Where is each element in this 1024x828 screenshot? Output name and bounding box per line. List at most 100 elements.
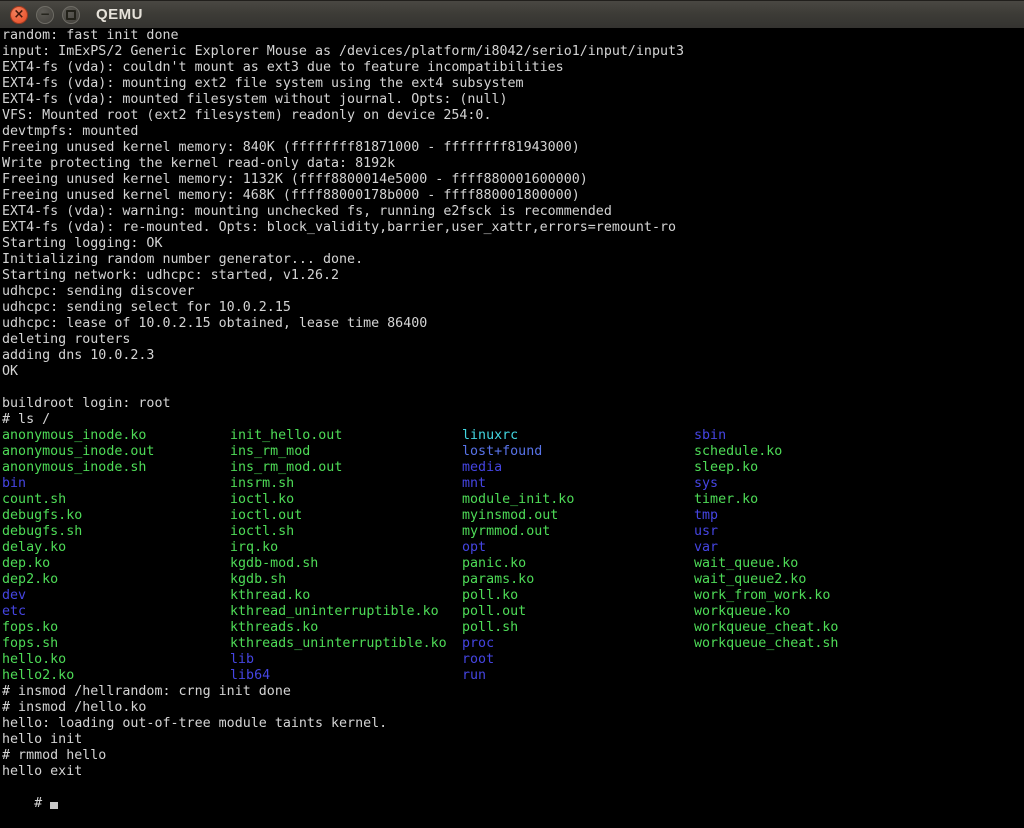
terminal-line: udhcpc: sending discover (0, 284, 1024, 300)
ls-row: anonymous_inode.koinit_hello.outlinuxrcs… (0, 428, 1024, 444)
file-entry: workqueue_cheat.sh (694, 636, 838, 652)
file-entry: schedule.ko (694, 444, 782, 460)
file-entry: run (462, 668, 694, 684)
terminal-line: EXT4-fs (vda): mounted filesystem withou… (0, 92, 1024, 108)
ls-row: dep.kokgdb-mod.shpanic.kowait_queue.ko (0, 556, 1024, 572)
file-entry: anonymous_inode.sh (2, 460, 230, 476)
file-entry: hello.ko (2, 652, 230, 668)
file-entry: debugfs.ko (2, 508, 230, 524)
file-entry: opt (462, 540, 694, 556)
terminal-line: EXT4-fs (vda): warning: mounting uncheck… (0, 204, 1024, 220)
file-entry: count.sh (2, 492, 230, 508)
file-entry: kgdb-mod.sh (230, 556, 462, 572)
file-entry: sys (694, 476, 718, 492)
terminal-line: Freeing unused kernel memory: 468K (ffff… (0, 188, 1024, 204)
file-entry: poll.out (462, 604, 694, 620)
file-entry: kthread.ko (230, 588, 462, 604)
file-entry: init_hello.out (230, 428, 462, 444)
ls-row: devkthread.kopoll.kowork_from_work.ko (0, 588, 1024, 604)
terminal-line: random: fast init done (0, 28, 1024, 44)
file-entry: kthread_uninterruptible.ko (230, 604, 462, 620)
file-entry: wait_queue.ko (694, 556, 798, 572)
file-entry: module_init.ko (462, 492, 694, 508)
file-entry: lib64 (230, 668, 462, 684)
file-entry: var (694, 540, 718, 556)
terminal-line: deleting routers (0, 332, 1024, 348)
window-titlebar: × − QEMU (0, 0, 1024, 28)
maximize-icon (66, 10, 76, 20)
file-entry: root (462, 652, 694, 668)
file-entry: dep.ko (2, 556, 230, 572)
text-cursor (50, 802, 58, 809)
terminal-line: hello exit (0, 764, 1024, 780)
ls-listing: anonymous_inode.koinit_hello.outlinuxrcs… (0, 428, 1024, 684)
file-entry: proc (462, 636, 694, 652)
file-entry: sbin (694, 428, 726, 444)
login-line: buildroot login: root (0, 396, 1024, 412)
file-entry: workqueue_cheat.ko (694, 620, 838, 636)
file-entry: myrmmod.out (462, 524, 694, 540)
file-entry: workqueue.ko (694, 604, 790, 620)
file-entry: ioctl.out (230, 508, 462, 524)
terminal-line: Starting network: udhcpc: started, v1.26… (0, 268, 1024, 284)
file-entry: myinsmod.out (462, 508, 694, 524)
file-entry: ins_rm_mod (230, 444, 462, 460)
ls-row: debugfs.koioctl.outmyinsmod.outtmp (0, 508, 1024, 524)
ls-row: debugfs.shioctl.shmyrmmod.outusr (0, 524, 1024, 540)
terminal-line: Write protecting the kernel read-only da… (0, 156, 1024, 172)
file-entry: sleep.ko (694, 460, 758, 476)
terminal-line: Freeing unused kernel memory: 840K (ffff… (0, 140, 1024, 156)
file-entry: dev (2, 588, 230, 604)
terminal-line: Initializing random number generator... … (0, 252, 1024, 268)
ls-row: etckthread_uninterruptible.kopoll.outwor… (0, 604, 1024, 620)
post-command-lines: # insmod /hellrandom: crng init done# in… (0, 684, 1024, 780)
file-entry: kthreads_uninterruptible.ko (230, 636, 462, 652)
ls-row: anonymous_inode.outins_rm_modlost+founds… (0, 444, 1024, 460)
file-entry: work_from_work.ko (694, 588, 830, 604)
terminal-line (0, 380, 1024, 396)
file-entry: fops.ko (2, 620, 230, 636)
file-entry: media (462, 460, 694, 476)
prompt-char: # (34, 796, 42, 811)
ls-row: delay.koirq.kooptvar (0, 540, 1024, 556)
minimize-button[interactable]: − (36, 6, 54, 24)
terminal-line: hello: loading out-of-tree module taints… (0, 716, 1024, 732)
file-entry: poll.ko (462, 588, 694, 604)
terminal-line: # insmod /hello.ko (0, 700, 1024, 716)
terminal-line: VFS: Mounted root (ext2 filesystem) read… (0, 108, 1024, 124)
boot-log: random: fast init doneinput: ImExPS/2 Ge… (0, 28, 1024, 396)
terminal-line: devtmpfs: mounted (0, 124, 1024, 140)
terminal-line: # rmmod hello (0, 748, 1024, 764)
ls-row: fops.shkthreads_uninterruptible.koprocwo… (0, 636, 1024, 652)
terminal-screen[interactable]: random: fast init doneinput: ImExPS/2 Ge… (0, 28, 1024, 796)
maximize-button[interactable] (62, 6, 80, 24)
shell-prompt-line: # (0, 780, 1024, 796)
file-entry: wait_queue2.ko (694, 572, 806, 588)
terminal-line: EXT4-fs (vda): couldn't mount as ext3 du… (0, 60, 1024, 76)
ls-row: bininsrm.shmntsys (0, 476, 1024, 492)
file-entry: lost+found (462, 444, 694, 460)
ls-row: anonymous_inode.shins_rm_mod.outmediasle… (0, 460, 1024, 476)
window-title: QEMU (96, 6, 143, 23)
file-entry: ioctl.sh (230, 524, 462, 540)
terminal-line: adding dns 10.0.2.3 (0, 348, 1024, 364)
terminal-line: Starting logging: OK (0, 236, 1024, 252)
minimize-icon: − (40, 8, 50, 20)
file-entry: linuxrc (462, 428, 694, 444)
terminal-line: OK (0, 364, 1024, 380)
file-entry: poll.sh (462, 620, 694, 636)
terminal-line: # insmod /hellrandom: crng init done (0, 684, 1024, 700)
file-entry: kthreads.ko (230, 620, 462, 636)
ls-row: dep2.kokgdb.shparams.kowait_queue2.ko (0, 572, 1024, 588)
close-button[interactable]: × (10, 6, 28, 24)
file-entry: mnt (462, 476, 694, 492)
file-entry: tmp (694, 508, 718, 524)
terminal-line: hello init (0, 732, 1024, 748)
file-entry: dep2.ko (2, 572, 230, 588)
file-entry: kgdb.sh (230, 572, 462, 588)
terminal-line: input: ImExPS/2 Generic Explorer Mouse a… (0, 44, 1024, 60)
ls-row: count.shioctl.komodule_init.kotimer.ko (0, 492, 1024, 508)
file-entry: anonymous_inode.out (2, 444, 230, 460)
ls-row: hello2.kolib64run (0, 668, 1024, 684)
file-entry: irq.ko (230, 540, 462, 556)
